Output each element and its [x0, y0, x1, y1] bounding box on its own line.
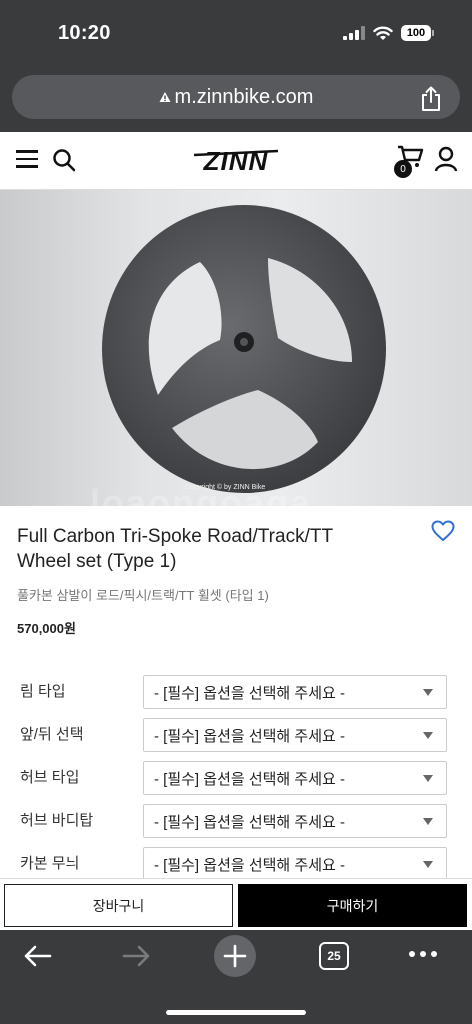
option-select-rim-type[interactable]: - [필수] 옵션을 선택해 주세요 - [143, 675, 447, 709]
product-title: Full Carbon Tri-Spoke Road/Track/TT Whee… [17, 526, 333, 572]
image-copyright: Copyright © by ZINN Bike [185, 484, 266, 491]
back-arrow-icon[interactable] [22, 942, 54, 970]
status-icons: 100 [343, 25, 434, 41]
svg-text:ZINN: ZINN [203, 146, 269, 176]
more-icon[interactable] [408, 950, 438, 958]
option-select-value: - [필수] 옵션을 선택해 주세요 - [154, 727, 345, 745]
site-logo[interactable]: ZINN [190, 146, 282, 176]
new-tab-icon[interactable] [213, 934, 257, 978]
product-price: 570,000원 [17, 621, 76, 636]
share-icon[interactable] [420, 86, 442, 112]
option-label-front-rear: 앞/뒤 선택 [20, 726, 84, 743]
chevron-down-icon [423, 818, 433, 825]
option-select-value: - [필수] 옵션을 선택해 주세요 - [154, 813, 345, 831]
battery-level: 100 [401, 25, 431, 41]
browser-address-area: m.zinnbike.com [0, 64, 472, 132]
buy-now-button[interactable]: 구매하기 [238, 884, 467, 927]
signal-icon [343, 26, 365, 40]
heart-icon[interactable] [431, 520, 455, 542]
option-label-hub-type: 허브 타입 [20, 769, 80, 786]
chevron-down-icon [423, 775, 433, 782]
option-label-hub-body: 허브 바디탑 [20, 812, 94, 829]
product-image[interactable]: loaongoaga Copyright © by ZINN Bike [0, 190, 472, 506]
status-time: 10:20 [58, 22, 111, 44]
add-to-cart-button[interactable]: 장바구니 [4, 884, 233, 927]
option-select-value: - [필수] 옵션을 선택해 주세요 - [154, 770, 345, 788]
lock-icon [159, 92, 171, 102]
option-select-hub-body[interactable]: - [필수] 옵션을 선택해 주세요 - [143, 804, 447, 838]
wifi-icon [373, 26, 393, 40]
search-icon[interactable] [52, 148, 76, 172]
home-indicator [166, 1010, 306, 1015]
menu-icon[interactable] [16, 150, 38, 168]
cart-count-badge: 0 [394, 160, 412, 178]
option-label-rim-type: 림 타입 [20, 683, 66, 700]
tabs-icon[interactable]: 25 [319, 942, 349, 970]
option-select-value: - [필수] 옵션을 선택해 주세요 - [154, 856, 345, 874]
user-icon[interactable] [434, 146, 458, 172]
option-select-front-rear[interactable]: - [필수] 옵션을 선택해 주세요 - [143, 718, 447, 752]
option-select-carbon-pattern[interactable]: - [필수] 옵션을 선택해 주세요 - [143, 847, 447, 881]
chevron-down-icon [423, 689, 433, 696]
status-bar: 10:20 100 [0, 0, 472, 64]
forward-arrow-icon[interactable] [120, 942, 152, 970]
battery-icon: 100 [401, 25, 434, 41]
product-subtitle: 풀카본 삼발이 로드/픽시/트랙/TT 휠셋 (타입 1) [17, 588, 269, 603]
purchase-action-bar: 장바구니 구매하기 [0, 878, 472, 930]
wheel-illustration [102, 205, 386, 493]
url-text: m.zinnbike.com [174, 85, 314, 108]
chevron-down-icon [423, 732, 433, 739]
chevron-down-icon [423, 861, 433, 868]
option-label-carbon-pattern: 카본 무늬 [20, 855, 80, 872]
option-select-hub-type[interactable]: - [필수] 옵션을 선택해 주세요 - [143, 761, 447, 795]
url-bar[interactable]: m.zinnbike.com [12, 75, 460, 119]
option-select-value: - [필수] 옵션을 선택해 주세요 - [154, 684, 345, 702]
